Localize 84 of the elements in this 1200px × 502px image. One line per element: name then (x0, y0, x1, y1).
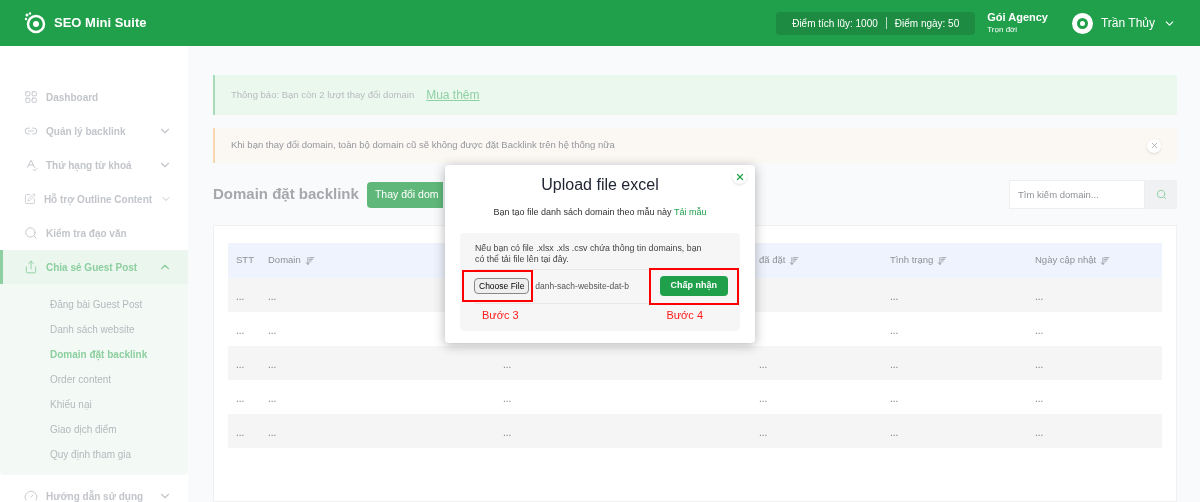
table-cell: ... (268, 291, 277, 302)
table-cell: ... (236, 359, 245, 370)
pen-square-icon (24, 192, 36, 206)
table-cell: ... (890, 359, 899, 370)
table-cell: ... (236, 325, 245, 336)
plan-name: Gói Agency (987, 11, 1048, 25)
table-cell: ... (236, 393, 245, 404)
sort-icon (789, 255, 800, 266)
table-cell: ... (759, 359, 768, 370)
search-button[interactable] (1145, 180, 1177, 209)
table-cell: ... (503, 393, 512, 404)
gauge-icon (24, 489, 38, 502)
table-cell: ... (890, 393, 899, 404)
sidebar-item[interactable]: Quản lý backlink (0, 114, 188, 148)
share-icon (24, 260, 38, 274)
table-cell: ... (268, 359, 277, 370)
search-field[interactable]: Tìm kiếm domain... (1009, 180, 1145, 209)
table-cell: ... (890, 427, 899, 438)
buy-more-link[interactable]: Mua thêm (426, 86, 480, 104)
plan-term: Trọn đời (987, 24, 1019, 35)
table-cell: ... (503, 427, 512, 438)
close-icon (1149, 141, 1159, 150)
brand-name: SEO Mini Suite (54, 14, 147, 33)
search-icon (24, 226, 38, 240)
avatar-icon (1071, 12, 1093, 34)
table-cell: ... (1035, 325, 1044, 336)
table-cell: ... (268, 427, 277, 438)
table-cell: ... (759, 427, 768, 438)
table-cell: ... (268, 325, 277, 336)
link-icon (24, 124, 38, 138)
accept-button[interactable]: Chấp nhận (659, 276, 728, 296)
sidebar-item[interactable]: Dashboard (0, 80, 188, 114)
step-label: Bước 4 (666, 308, 703, 324)
submenu-item[interactable]: Đăng bài Guest Post (0, 292, 188, 317)
sidebar-item[interactable]: Chia sẻ Guest Post (0, 250, 188, 284)
table-cell: ... (759, 393, 768, 404)
close-button[interactable] (1147, 138, 1161, 153)
dialog-title: Upload file excel (541, 175, 659, 195)
page-title: Domain đặt backlink (213, 184, 359, 205)
column-header[interactable]: Domain (268, 253, 315, 268)
submenu-item[interactable]: Danh sách website (0, 317, 188, 342)
table-cell: ... (236, 291, 245, 302)
sort-icon (304, 255, 315, 266)
table-cell: ... (268, 393, 277, 404)
warning-text: Khi bạn thay đổi domain, toàn bộ domain cũ sẽ không được đặt Backlink trên hệ thống nữa (231, 138, 616, 153)
download-template-link[interactable]: Tải mẫu (673, 207, 707, 217)
table-cell: ... (890, 291, 899, 302)
submenu-item[interactable]: Khiếu nại (0, 392, 188, 417)
table-cell: ... (1035, 359, 1044, 370)
column-header[interactable]: Tình trạng (890, 253, 948, 268)
file-name: danh-sach-website-dat-b (535, 279, 629, 293)
user-menu[interactable]: Trần Thủy (1071, 12, 1176, 34)
close-button[interactable] (732, 169, 747, 184)
submenu-item[interactable]: Domain đặt backlink (0, 342, 188, 367)
sidebar-item[interactable]: Hướng dẫn sử dụng (0, 479, 188, 502)
column-header[interactable]: STT (236, 253, 254, 268)
upload-hint: Nếu bạn có file .xlsx .xls .csv chứa thông tin domains, bạn có thể tải file lên tại đây. (475, 242, 703, 265)
points-total: Điểm tích lũy: 1000 (792, 16, 878, 31)
logo-icon (24, 12, 46, 34)
spell-check-icon (24, 158, 38, 172)
table-cell: ... (503, 359, 512, 370)
table-cell: ... (1035, 291, 1044, 302)
table-cell: ... (1035, 393, 1044, 404)
search-icon (1155, 189, 1167, 200)
submenu-item[interactable]: Giao dịch điểm (0, 417, 188, 442)
sidebar-item[interactable]: Kiểm tra đạo văn (0, 216, 188, 250)
step-label: Bước 3 (482, 308, 519, 324)
table-cell: ... (890, 325, 899, 336)
table-cell: ... (1035, 427, 1044, 438)
column-header[interactable]: đã đặt (759, 253, 800, 268)
change-domain-button[interactable]: Thay đổi dom (366, 181, 443, 208)
submenu-item[interactable]: Order content (0, 367, 188, 392)
grid-icon (24, 90, 38, 104)
sidebar-item[interactable]: Thứ hạng từ khoá (0, 148, 188, 182)
points-daily: Điểm ngày: 50 (894, 16, 960, 31)
table-cell: ... (236, 427, 245, 438)
sort-icon (937, 255, 948, 266)
choose-file-button[interactable]: Choose File (474, 278, 530, 294)
sidebar-item[interactable]: Hỗ trợ Outline Content (0, 182, 188, 216)
submenu-item[interactable]: Quy định tham gia (0, 442, 188, 467)
dialog-hint: Bạn tạo file danh sách domain theo mẫu này Tải mẫu (493, 206, 707, 219)
close-icon (734, 171, 745, 182)
column-header[interactable]: Ngày cập nhật (1035, 253, 1111, 268)
sort-icon (1100, 255, 1111, 266)
